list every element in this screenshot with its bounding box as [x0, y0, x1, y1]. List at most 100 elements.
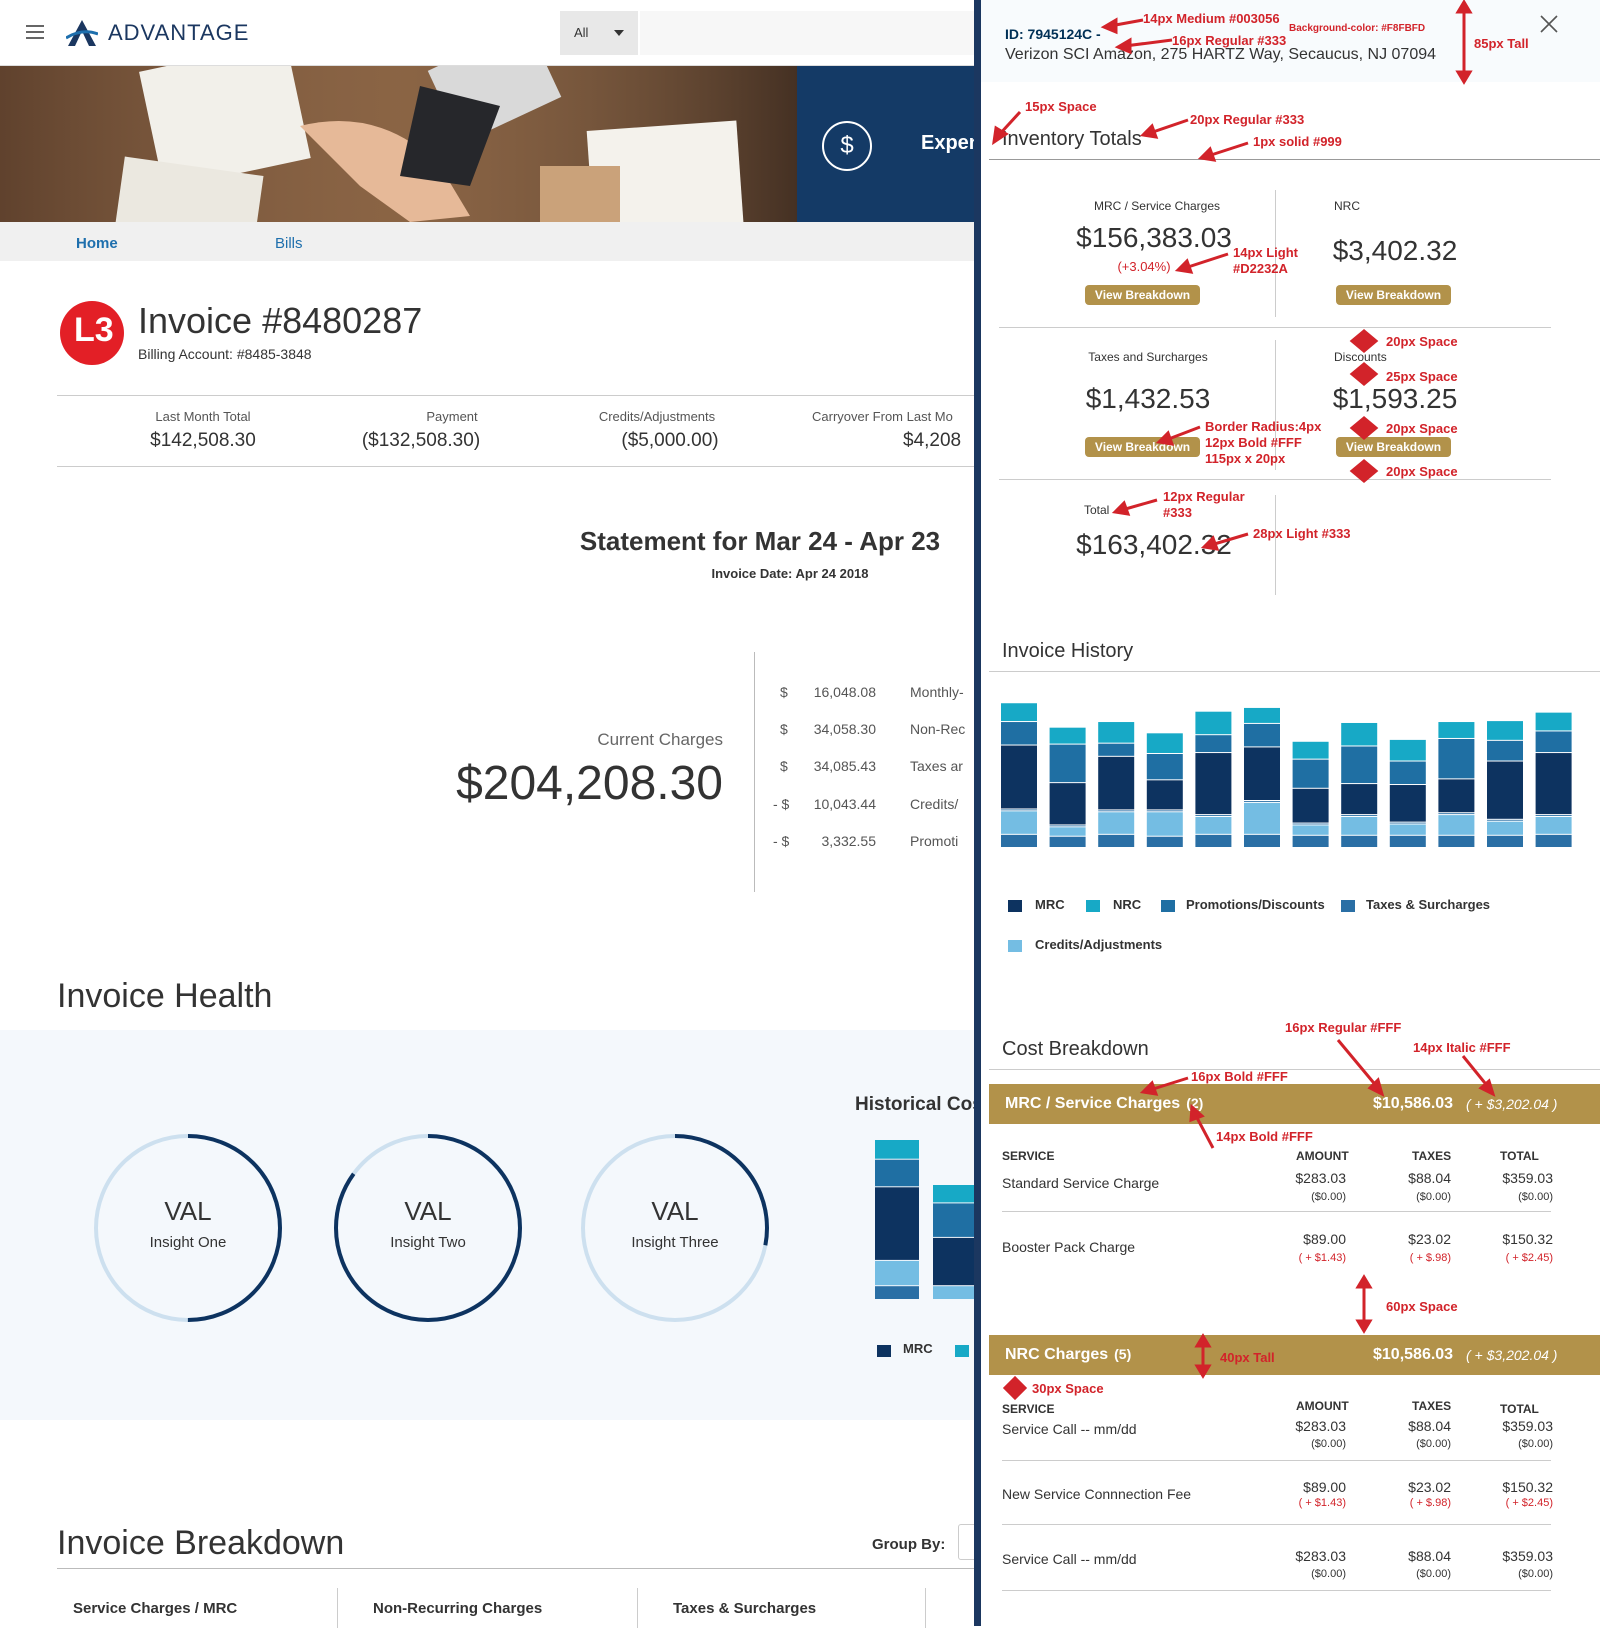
legend-swatch	[877, 1345, 891, 1357]
view-breakdown-button[interactable]: View Breakdown	[1336, 285, 1451, 305]
charge-row: $34,085.43 Taxes ar	[780, 758, 963, 774]
total-value: $359.03	[1502, 1548, 1553, 1564]
bar-segment	[1535, 753, 1572, 815]
site-id: ID: 7945124C -	[1005, 26, 1101, 42]
bar-segment	[1049, 727, 1086, 744]
inventory-value: $1,432.53	[1085, 383, 1211, 414]
bar-segment	[1438, 779, 1475, 813]
bar-segment	[1146, 836, 1183, 847]
cost-group-count: (5)	[1114, 1346, 1132, 1362]
bar-segment	[1389, 822, 1426, 824]
total-value: $359.03	[1502, 1418, 1553, 1434]
search-scope-select[interactable]: All	[560, 11, 638, 55]
bar-segment	[1244, 707, 1280, 723]
advantage-logo-icon	[65, 18, 99, 48]
legend-swatch	[1008, 900, 1022, 912]
bar-segment	[1292, 835, 1329, 847]
cost-group-header[interactable]: NRC Charges (5) $10,586.03 ( + $3,202.04 …	[989, 1335, 1600, 1375]
bar-segment	[1195, 753, 1232, 815]
menu-icon[interactable]	[26, 25, 44, 39]
cost-group-header[interactable]: MRC / Service Charges (2) $10,586.03 ( + …	[989, 1084, 1600, 1124]
inventory-title: Inventory Totals	[1002, 128, 1142, 150]
amount-change: ( + $1.43)	[1298, 1252, 1346, 1264]
inventory-label: Total	[1084, 503, 1110, 517]
invoice-history-chart	[1001, 703, 1572, 847]
view-breakdown-button[interactable]: View Breakdown	[1336, 437, 1451, 457]
bar-segment	[1195, 815, 1232, 816]
taxes-change: ($0.00)	[1416, 1568, 1451, 1580]
column-header: SERVICE	[1002, 1149, 1055, 1163]
divider	[999, 327, 1551, 328]
inventory-value: $1,593.25	[1332, 383, 1458, 414]
bar-segment	[1244, 802, 1280, 834]
breakdown-column-header: Taxes & Surcharges	[673, 1600, 817, 1617]
bar-segment	[1098, 834, 1135, 847]
bar-segment	[1049, 825, 1086, 827]
bar-segment	[1098, 810, 1135, 812]
nav-home-link[interactable]: Home	[76, 235, 118, 252]
charge-row: - $3,332.55 Promoti	[773, 833, 959, 849]
divider	[925, 1588, 926, 1628]
divider	[337, 1588, 338, 1628]
total-change: ( + $2.45)	[1505, 1497, 1553, 1509]
bar-segment	[1535, 712, 1572, 731]
bar-segment	[1098, 722, 1135, 743]
bar-segment	[1438, 722, 1475, 738]
taxes-value: $88.04	[1408, 1548, 1451, 1564]
summary-label: Payment	[426, 409, 478, 424]
bar-segment	[1341, 816, 1378, 835]
bar-segment	[1195, 834, 1232, 847]
bar-segment	[1341, 835, 1378, 847]
amount-value: $283.03	[1295, 1170, 1346, 1186]
bar-segment	[1244, 834, 1280, 847]
cost-group-delta: ( + $3,202.04 )	[1466, 1347, 1558, 1363]
charge-row: $16,048.08 Monthly-	[780, 684, 964, 700]
amount-change: ($0.00)	[1311, 1191, 1346, 1203]
summary-label: Carryover From Last Mo	[812, 409, 953, 424]
bar-segment	[1292, 788, 1329, 823]
taxes-change: ($0.00)	[1416, 1191, 1451, 1203]
bar-segment	[1146, 754, 1183, 780]
bar-segment	[1049, 827, 1086, 836]
bar-segment	[1341, 815, 1378, 816]
nav-bills-link[interactable]: Bills	[275, 235, 303, 252]
bar-segment	[1487, 761, 1523, 819]
amount-change: ($0.00)	[1311, 1438, 1346, 1450]
total-value: $150.32	[1502, 1479, 1553, 1495]
historical-cost-chart	[875, 1140, 977, 1299]
detail-panel: ID: 7945124C - Verizon SCI Amazon, 275 H…	[981, 0, 1600, 1626]
inventory-value: $163,402.32	[1076, 529, 1232, 560]
summary-label: Credits/Adjustments	[598, 409, 716, 424]
bar-segment	[1438, 813, 1475, 815]
banner-title: Expen	[921, 132, 982, 154]
inventory-label: Taxes and Surcharges	[1088, 350, 1208, 364]
column-header: AMOUNT	[1296, 1149, 1349, 1163]
search-input[interactable]	[640, 11, 980, 55]
bar-segment	[1001, 703, 1037, 722]
insight-gauge[interactable]: VAL Insight Three	[575, 1128, 775, 1328]
legend-label: MRC	[1035, 897, 1065, 912]
view-breakdown-button[interactable]: View Breakdown	[1085, 285, 1200, 305]
gauge-label: Insight Two	[390, 1234, 466, 1251]
bar-segment	[1438, 835, 1475, 847]
bar-segment	[875, 1187, 919, 1260]
history-title: Invoice History	[1002, 640, 1134, 662]
legend-label: NRC	[1113, 897, 1142, 912]
legend-label: Credits/Adjustments	[1035, 937, 1163, 952]
breakdown-column-header: Service Charges / MRC	[73, 1600, 238, 1617]
cost-group-amount: $10,586.03	[1373, 1346, 1454, 1363]
chevron-down-icon	[614, 30, 624, 36]
service-name: Service Call -- mm/dd	[1002, 1551, 1137, 1567]
gauge-label: Insight Three	[631, 1234, 719, 1251]
view-breakdown-button[interactable]: View Breakdown	[1085, 437, 1200, 457]
insight-gauge[interactable]: VAL Insight Two	[328, 1128, 528, 1328]
bar-segment	[1487, 835, 1523, 847]
divider	[989, 1069, 1600, 1070]
bar-segment	[1487, 821, 1523, 835]
divider	[989, 159, 1600, 160]
bar-segment	[875, 1286, 919, 1299]
bar-segment	[933, 1286, 977, 1299]
close-icon[interactable]	[1539, 14, 1559, 34]
insight-gauge[interactable]: VAL Insight One	[88, 1128, 288, 1328]
divider	[999, 479, 1551, 480]
